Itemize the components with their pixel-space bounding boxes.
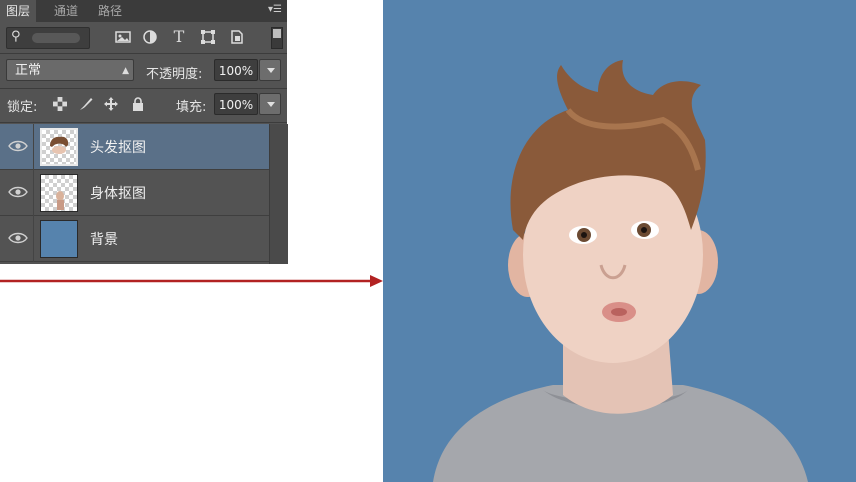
lock-label: 锁定: [7, 100, 38, 115]
tab-channels[interactable]: 通道 [48, 0, 84, 22]
opacity-dropdown-button[interactable] [259, 59, 281, 81]
adjustment-layer-filter-icon[interactable] [141, 28, 159, 46]
eye-icon[interactable] [8, 230, 28, 246]
type-layer-filter-icon[interactable]: T [170, 28, 188, 46]
pixel-layer-filter-icon[interactable] [114, 28, 132, 46]
eye-icon[interactable] [8, 138, 28, 154]
layer-name: 头发抠图 [90, 140, 146, 156]
lock-all-icon[interactable] [130, 96, 146, 112]
blend-mode-value: 正常 [15, 63, 42, 78]
arrow-icon [0, 272, 383, 287]
lock-position-icon[interactable] [103, 96, 119, 112]
panel-menu-icon[interactable]: ▾☰ [267, 3, 283, 17]
lock-transparent-pixels-icon[interactable] [52, 96, 68, 112]
fill-label: 填充: [176, 100, 207, 115]
layers-panel: 图层 通道 路径 ▾☰ ⚲ T 正常 ▲ 不透明度: 100% 锁定: 填充: [0, 0, 288, 264]
filter-toggle[interactable] [271, 27, 283, 49]
layers-scrollbar[interactable] [269, 124, 288, 264]
layer-row-hair-cutout[interactable]: 头发抠图 [0, 124, 269, 170]
layer-name: 背景 [90, 232, 118, 248]
search-icon: ⚲ [11, 29, 21, 44]
divider [0, 53, 287, 54]
layer-filter-kind[interactable]: ⚲ [6, 27, 90, 49]
fill-dropdown-button[interactable] [259, 93, 281, 115]
tab-layers[interactable]: 图层 [0, 0, 37, 22]
fill-input[interactable]: 100% [214, 93, 258, 115]
eye-icon[interactable] [8, 184, 28, 200]
divider [33, 170, 34, 216]
divider [0, 88, 287, 89]
boy-with-messy-hair-image [383, 0, 856, 482]
opacity-input[interactable]: 100% [214, 59, 258, 81]
divider [33, 124, 34, 170]
layer-thumbnail [40, 220, 78, 258]
smart-object-filter-icon[interactable] [228, 28, 246, 46]
divider [33, 216, 34, 262]
layer-name: 身体抠图 [90, 186, 146, 202]
blend-mode-select[interactable]: 正常 ▲ [6, 59, 134, 81]
filter-kind-value [32, 33, 80, 43]
panel-tab-bar: 图层 通道 路径 ▾☰ [0, 0, 287, 22]
layer-thumbnail [40, 174, 78, 212]
opacity-label: 不透明度: [146, 67, 203, 82]
layer-row-body-cutout[interactable]: 身体抠图 [0, 170, 269, 216]
updown-arrows-icon: ▲ [122, 66, 129, 76]
layer-row-background[interactable]: 背景 [0, 216, 269, 262]
shape-layer-filter-icon[interactable] [199, 28, 217, 46]
divider [0, 122, 287, 123]
layer-thumbnail [40, 128, 78, 166]
lock-image-pixels-icon[interactable] [78, 96, 94, 112]
tab-paths[interactable]: 路径 [92, 0, 128, 22]
